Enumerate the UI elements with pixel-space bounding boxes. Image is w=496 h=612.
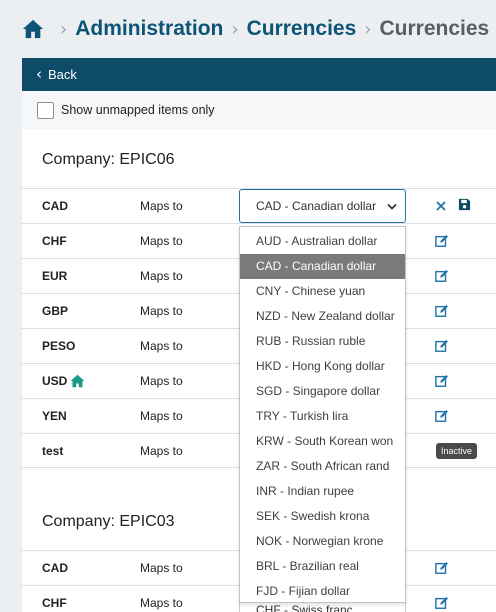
save-icon[interactable] xyxy=(458,198,471,211)
close-icon[interactable] xyxy=(435,199,447,211)
currency-dropdown-list: AUD - Australian dollar CAD - Canadian do… xyxy=(239,226,406,603)
default-currency-home-icon xyxy=(70,374,85,388)
back-label: Back xyxy=(48,67,77,82)
currency-select-value: CHF - Swiss franc xyxy=(256,603,353,612)
dropdown-option[interactable]: HKD - Hong Kong dollar xyxy=(240,354,405,379)
breadcrumb: › Administration › Currencies › Currenci… xyxy=(0,0,496,58)
breadcrumb-separator: › xyxy=(231,18,239,40)
edit-icon[interactable] xyxy=(435,339,449,353)
currency-code: EUR xyxy=(42,269,68,283)
card-header: ‹ Back xyxy=(22,58,496,91)
breadcrumb-current: Currencies Ma xyxy=(379,17,496,40)
currency-code: USD xyxy=(42,374,85,388)
dropdown-option[interactable]: SEK - Swedish krona xyxy=(240,504,405,529)
currency-select-value: CAD - Canadian dollar xyxy=(256,199,377,213)
maps-to-label: Maps to xyxy=(140,561,183,575)
maps-to-label: Maps to xyxy=(140,199,183,213)
breadcrumb-separator: › xyxy=(364,18,372,40)
inactive-badge: Inactive xyxy=(436,443,478,459)
dropdown-option[interactable]: SGD - Singapore dollar xyxy=(240,379,405,404)
dropdown-option[interactable]: RUB - Russian ruble xyxy=(240,329,405,354)
currency-code: CAD xyxy=(42,561,68,575)
edit-icon[interactable] xyxy=(435,409,449,423)
currency-code-text: USD xyxy=(42,374,68,388)
maps-to-label: Maps to xyxy=(140,269,183,283)
currency-code: CHF xyxy=(42,234,67,248)
currency-mapping-card: ‹ Back Show unmapped items only Company:… xyxy=(22,58,496,612)
dropdown-option[interactable]: CAD - Canadian dollar xyxy=(240,254,405,279)
edit-icon[interactable] xyxy=(435,304,449,318)
show-unmapped-checkbox[interactable] xyxy=(37,101,54,119)
breadcrumb-administration[interactable]: Administration xyxy=(75,17,223,41)
currency-select[interactable]: CAD - Canadian dollar xyxy=(239,189,406,223)
maps-to-label: Maps to xyxy=(140,304,183,318)
edit-icon[interactable] xyxy=(435,596,449,610)
breadcrumb-currencies[interactable]: Currencies xyxy=(247,17,357,41)
currency-code: GBP xyxy=(42,304,69,318)
dropdown-option[interactable]: KRW - South Korean won xyxy=(240,429,405,454)
chevron-left-icon: ‹ xyxy=(36,65,42,83)
dropdown-option[interactable]: INR - Indian rupee xyxy=(240,479,405,504)
company-title: Company: EPIC06 xyxy=(42,151,175,168)
currency-code: test xyxy=(42,444,64,458)
breadcrumb-separator: › xyxy=(60,18,68,40)
home-icon[interactable] xyxy=(22,18,44,40)
edit-icon[interactable] xyxy=(435,374,449,388)
maps-to-label: Maps to xyxy=(140,596,183,610)
back-button[interactable]: ‹ Back xyxy=(36,65,77,83)
dropdown-option[interactable]: NZD - New Zealand dollar xyxy=(240,304,405,329)
edit-icon[interactable] xyxy=(435,234,449,248)
company-title: Company: EPIC03 xyxy=(42,513,175,530)
dropdown-option[interactable]: NOK - Norwegian krone xyxy=(240,529,405,554)
dropdown-option[interactable]: CNY - Chinese yuan xyxy=(240,279,405,304)
dropdown-option[interactable]: ZAR - South African rand xyxy=(240,454,405,479)
dropdown-option[interactable]: FJD - Fijian dollar xyxy=(240,579,405,604)
dropdown-option[interactable]: AUD - Australian dollar xyxy=(240,229,405,254)
maps-to-label: Maps to xyxy=(140,234,183,248)
edit-icon[interactable] xyxy=(435,561,449,575)
maps-to-label: Maps to xyxy=(140,444,183,458)
dropdown-option[interactable]: TRY - Turkish lira xyxy=(240,404,405,429)
maps-to-label: Maps to xyxy=(140,409,183,423)
currency-code: CHF xyxy=(42,596,67,610)
dropdown-option[interactable]: BRL - Brazilian real xyxy=(240,554,405,579)
unmapped-filter: Show unmapped items only xyxy=(22,91,496,129)
edit-icon[interactable] xyxy=(435,269,449,283)
chevron-down-icon xyxy=(387,203,397,210)
currency-code: PESO xyxy=(42,339,76,353)
currency-code: CAD xyxy=(42,199,68,213)
show-unmapped-label[interactable]: Show unmapped items only xyxy=(61,103,215,117)
maps-to-label: Maps to xyxy=(140,339,183,353)
maps-to-label: Maps to xyxy=(140,374,183,388)
currency-code: YEN xyxy=(42,409,67,423)
